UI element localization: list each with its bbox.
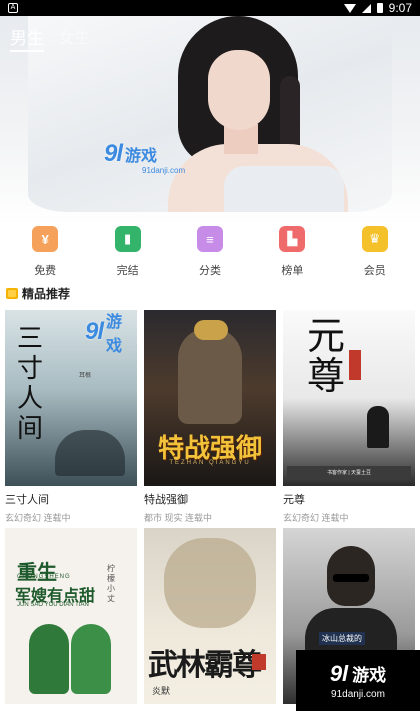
- category-free[interactable]: ¥ 免费: [13, 224, 77, 280]
- category-label: 分类: [198, 265, 221, 277]
- book-cover[interactable]: 元尊 书客作家 | 天蚕土豆: [283, 310, 415, 486]
- book-cover[interactable]: 特战强御 TEZHAN QIANGYU: [144, 310, 276, 486]
- ranking-icon: ▙: [279, 226, 306, 252]
- banner-carousel[interactable]: 男生 女生 9l 游戏 91danji.com: [0, 16, 420, 224]
- status-time: 9:07: [388, 1, 412, 15]
- battery-icon: [376, 3, 383, 13]
- book-title: 三寸人间: [5, 494, 49, 506]
- watermark-logo: 9l 游戏 91danji.com: [104, 140, 186, 175]
- book-cover[interactable]: 重生 CHONGSHENG 军嫂有点甜 JUN SAO YOU DIAN TIA…: [5, 528, 137, 704]
- book-complete-icon: ▮: [114, 226, 141, 252]
- tab-female[interactable]: 女生: [58, 24, 90, 52]
- book-card[interactable]: 元尊 书客作家 | 天蚕土豆 元尊 玄幻奇幻 连载中: [283, 310, 415, 524]
- carousel-indicator: [0, 212, 420, 216]
- book-title: 元尊: [283, 494, 305, 506]
- category-nav: ¥ 免费 ▮ 完结 ≡ 分类 ▙ 榜单 ♛ 会员: [0, 224, 420, 280]
- category-label: 完结: [116, 265, 139, 277]
- book-card[interactable]: 三寸人间 耳根 9l 游戏 三寸人间 玄幻奇幻 连载中: [5, 310, 137, 524]
- category-label: 榜单: [281, 265, 304, 277]
- section-header: 精品推荐: [6, 285, 70, 302]
- book-meta: 玄幻奇幻 连载中: [5, 513, 71, 523]
- category-ranking[interactable]: ▙ 榜单: [260, 224, 324, 280]
- category-complete[interactable]: ▮ 完结: [96, 224, 160, 280]
- book-card[interactable]: 特战强御 TEZHAN QIANGYU 特战强御 都市 现实 连载中: [144, 310, 276, 524]
- crown-icon: ♛: [361, 226, 388, 252]
- book-meta: 玄幻奇幻 连载中: [283, 513, 349, 523]
- book-cover[interactable]: 武林霸尊 炎默: [144, 528, 276, 704]
- status-bar: A 9:07: [0, 0, 420, 16]
- signal-icon: [361, 3, 371, 13]
- free-icon: ¥: [32, 226, 59, 252]
- book-cover[interactable]: 三寸人间 耳根 9l 游戏: [5, 310, 137, 486]
- category-icon: ≡: [196, 226, 223, 252]
- watermark-logo: 9l 游戏: [85, 314, 123, 355]
- gender-tabs: 男生 女生: [10, 24, 90, 52]
- section-title: 精品推荐: [22, 287, 71, 301]
- book-card[interactable]: 重生 CHONGSHENG 军嫂有点甜 JUN SAO YOU DIAN TIA…: [5, 528, 137, 704]
- category-label: 会员: [363, 265, 386, 277]
- category-label: 免费: [34, 265, 57, 277]
- book-title: 特战强御: [144, 494, 188, 506]
- category-vip[interactable]: ♛ 会员: [343, 224, 407, 280]
- book-card[interactable]: 武林霸尊 炎默: [144, 528, 276, 704]
- app-notification-icon: A: [8, 3, 18, 13]
- category-classify[interactable]: ≡ 分类: [178, 224, 242, 280]
- wifi-icon: [343, 3, 356, 13]
- book-meta: 都市 现实 连载中: [144, 513, 213, 523]
- site-watermark: 9l 游戏 91danji.com: [296, 650, 420, 711]
- tab-male[interactable]: 男生: [10, 24, 44, 52]
- bookmark-icon: [6, 288, 18, 299]
